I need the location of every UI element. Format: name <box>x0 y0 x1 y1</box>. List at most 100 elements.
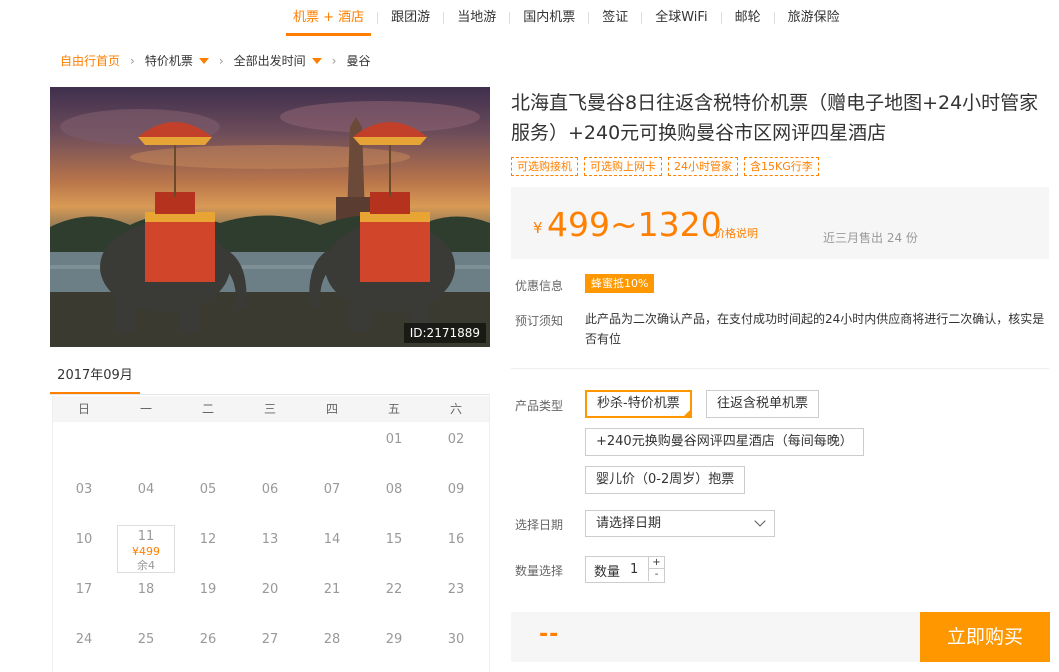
calendar-week-row: 24 25 26 27 28 29 30 <box>53 622 489 672</box>
price-panel: ¥ 499~1320 价格说明 近三月售出 24 份 <box>511 187 1049 259</box>
buy-now-button[interactable]: 立即购买 <box>920 612 1050 662</box>
quantity-label: 数量选择 <box>515 564 564 578</box>
calendar-day: 26 <box>199 632 217 647</box>
breadcrumb-home-link[interactable]: 自由行首页 <box>60 52 120 69</box>
calendar-day <box>239 422 301 472</box>
calendar-week-row: 10 11 ¥499 余4 12 13 14 15 16 <box>53 522 489 573</box>
calendar-day <box>301 422 363 472</box>
price-explanation-link[interactable]: 价格说明 <box>714 225 758 241</box>
option-label: 秒杀-特价机票 <box>597 396 680 411</box>
option-flash-sale-ticket[interactable]: 秒杀-特价机票 ✓ <box>585 390 692 418</box>
weekday-label: 四 <box>325 402 338 416</box>
breadcrumb-departure-time[interactable]: 全部出发时间 <box>234 52 306 69</box>
quantity-stepper: 数量 1 + - <box>585 556 665 583</box>
nav-item-wifi[interactable]: 全球WiFi <box>642 0 720 36</box>
calendar-day: 27 <box>261 632 279 647</box>
nav-item-flight-hotel[interactable]: 机票 + 酒店 <box>280 0 377 36</box>
option-infant-ticket[interactable]: 婴儿价（0-2周岁）抱票 <box>585 466 746 494</box>
calendar-week-row: 03 04 05 06 07 08 09 <box>53 472 489 522</box>
product-type-label: 产品类型 <box>515 399 564 413</box>
calendar-day: 22 <box>385 582 403 597</box>
calendar-day: 21 <box>323 582 341 597</box>
quantity-decrement-button[interactable]: - <box>648 569 664 581</box>
calendar-divider <box>50 394 490 395</box>
tag-wifi-card: 可选购上网卡 <box>584 157 662 176</box>
quantity-increment-button[interactable]: + <box>648 557 664 569</box>
currency-symbol: ¥ <box>533 219 543 237</box>
image-id-badge: ID:2171889 <box>403 323 486 343</box>
calendar-day: 25 <box>137 632 155 647</box>
calendar-day: 17 <box>75 582 93 597</box>
calendar-day: 20 <box>261 582 279 597</box>
weekday-label: 日 <box>77 402 90 416</box>
calendar-day <box>53 422 115 472</box>
calendar-day: 23 <box>447 582 465 597</box>
top-nav: 机票 + 酒店 跟团游 当地游 国内机票 签证 全球WiFi 邮轮 旅游保险 <box>280 0 853 36</box>
price-range: 499~1320 <box>547 205 722 244</box>
date-select[interactable]: 请选择日期 <box>585 510 775 537</box>
calendar-day: 30 <box>447 632 465 647</box>
tag-luggage: 含15KG行李 <box>744 157 819 176</box>
nav-item-insurance[interactable]: 旅游保险 <box>775 0 853 36</box>
calendar-day: 10 <box>75 532 93 547</box>
option-hotel-upgrade[interactable]: +240元换购曼谷网评四星酒店（每间每晚） <box>585 428 864 456</box>
calendar-day: 08 <box>385 482 403 497</box>
calendar-day: 02 <box>447 432 465 447</box>
product-tags: 可选购接机 可选购上网卡 24小时管家 含15KG行李 <box>511 157 819 176</box>
calendar-day: 07 <box>323 482 341 497</box>
caret-down-icon[interactable] <box>198 57 209 64</box>
quantity-value[interactable]: 1 <box>630 562 638 577</box>
available-day-price: ¥499 <box>132 545 160 558</box>
weekday-label: 六 <box>449 402 462 416</box>
nav-item-visa[interactable]: 签证 <box>589 0 641 36</box>
nav-item-group-tour[interactable]: 跟团游 <box>378 0 443 36</box>
available-date-box[interactable]: 11 ¥499 余4 <box>117 525 175 573</box>
check-icon: ✓ <box>683 402 690 411</box>
option-roundtrip-ticket[interactable]: 往返含税单机票 <box>706 390 820 418</box>
calendar-day: 19 <box>199 582 217 597</box>
calendar-month-tab[interactable]: 2017年09月 <box>50 362 140 395</box>
breadcrumb-current: 曼谷 <box>346 54 371 68</box>
breadcrumb-special-flight[interactable]: 特价机票 <box>145 52 193 69</box>
calendar-day: 15 <box>385 532 403 547</box>
calendar-day: 28 <box>323 632 341 647</box>
calendar-day: 24 <box>75 632 93 647</box>
available-day-number: 11 <box>137 529 155 544</box>
tag-airport-pickup: 可选购接机 <box>511 157 578 176</box>
tag-butler: 24小时管家 <box>668 157 738 176</box>
section-divider <box>511 368 1049 369</box>
weekday-label: 三 <box>263 402 276 416</box>
calendar-day <box>115 422 177 472</box>
calendar-week-row: 17 18 19 20 21 22 23 <box>53 572 489 622</box>
nav-item-cruise[interactable]: 邮轮 <box>722 0 774 36</box>
product-image: ID:2171889 <box>50 87 490 347</box>
calendar-weekday-header: 日 一 二 三 四 五 六 <box>53 396 489 422</box>
calendar-day: 18 <box>137 582 155 597</box>
elephant-temple-illustration <box>50 101 490 347</box>
chevron-down-icon <box>754 515 766 527</box>
calendar-day: 01 <box>385 432 403 447</box>
available-day-stock: 余4 <box>137 559 155 572</box>
calendar-day: 16 <box>447 532 465 547</box>
chevron-right-icon: › <box>331 53 337 68</box>
calendar-day <box>177 422 239 472</box>
calendar-day-available[interactable]: 11 ¥499 余4 <box>115 522 177 573</box>
discount-badge: 蜂蜜抵10% <box>585 274 655 293</box>
caret-down-icon[interactable] <box>311 57 322 64</box>
total-price: -- <box>539 622 560 647</box>
chevron-right-icon: › <box>218 53 224 68</box>
calendar-day: 05 <box>199 482 217 497</box>
calendar-day: 29 <box>385 632 403 647</box>
nav-item-local-tour[interactable]: 当地游 <box>444 0 509 36</box>
weekday-label: 一 <box>139 402 152 416</box>
calendar-day: 09 <box>447 482 465 497</box>
weekday-label: 二 <box>201 402 214 416</box>
sales-count: 近三月售出 24 份 <box>823 231 918 245</box>
chevron-right-icon: › <box>130 53 135 68</box>
calendar-day: 14 <box>323 532 341 547</box>
calendar-day: 06 <box>261 482 279 497</box>
calendar: 日 一 二 三 四 五 六 01 02 03 04 05 06 07 08 09… <box>52 396 490 672</box>
notice-label: 预订须知 <box>515 314 564 328</box>
booking-notice: 此产品为二次确认产品，在支付成功时间起的24小时内供应商将进行二次确认，核实是否… <box>585 312 1045 346</box>
nav-item-domestic-flight[interactable]: 国内机票 <box>510 0 588 36</box>
